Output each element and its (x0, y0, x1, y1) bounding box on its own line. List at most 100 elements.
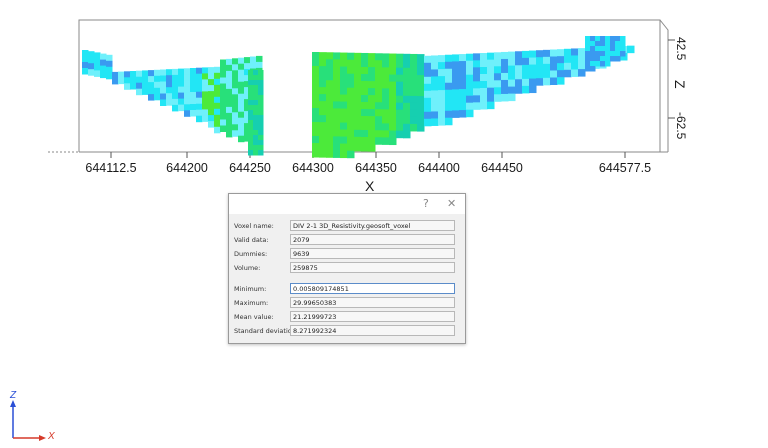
voxel (124, 83, 131, 90)
voxel (605, 51, 611, 57)
voxel (208, 115, 215, 122)
voxel (326, 87, 334, 95)
voxel (253, 75, 259, 81)
voxel (480, 60, 488, 68)
voxel (361, 87, 369, 96)
voxel (347, 52, 355, 61)
voxel (452, 96, 460, 104)
maximum-field[interactable]: 29.99650383 (290, 297, 455, 308)
voxel (232, 82, 239, 89)
voxel (196, 67, 203, 75)
voxel (258, 85, 264, 91)
voxel (184, 110, 191, 117)
voxel (208, 85, 215, 92)
voxel (615, 41, 621, 47)
voxel (172, 98, 179, 106)
voxel (368, 109, 376, 117)
voxel (232, 76, 239, 83)
voxel (333, 122, 341, 130)
voxel-name-field[interactable]: DIV 2-1 3D_Resistivity.geosoft_voxel (290, 220, 455, 231)
voxel (238, 117, 245, 125)
voxel (375, 123, 383, 131)
voxel (340, 136, 348, 145)
voxel (417, 117, 425, 125)
voxel (501, 79, 509, 88)
voxel (347, 59, 355, 68)
voxel (248, 75, 254, 81)
voxel (178, 68, 185, 76)
voxel (522, 57, 530, 66)
voxel (375, 116, 383, 124)
voxel (214, 78, 221, 86)
voxel (424, 55, 432, 64)
minimum-field[interactable]: 0.005809174851 (290, 283, 455, 294)
voxel (501, 51, 509, 60)
voxel (253, 70, 259, 76)
help-button[interactable]: ? (423, 197, 429, 210)
voxel (100, 53, 107, 61)
dialog-titlebar[interactable]: ? ✕ (229, 194, 465, 214)
voxel (361, 115, 369, 124)
voxel (347, 101, 355, 110)
voxel (258, 115, 264, 121)
voxel (154, 75, 161, 83)
voxel (431, 83, 439, 91)
voxel (226, 130, 233, 138)
close-button[interactable]: ✕ (447, 197, 456, 210)
mean-value-field[interactable]: 21.21999723 (290, 311, 455, 322)
voxel (196, 109, 203, 117)
voxel (382, 102, 390, 110)
voxel (238, 69, 245, 77)
standard-deviation-field[interactable]: 8.271992324 (290, 325, 455, 336)
valid-data-field[interactable]: 2079 (290, 234, 455, 245)
voxel (452, 68, 460, 76)
voxel (389, 130, 397, 139)
voxel (124, 71, 131, 78)
voxel (202, 109, 209, 116)
voxel (389, 60, 397, 69)
voxel (410, 123, 418, 132)
voxel (501, 58, 509, 67)
voxel (312, 115, 320, 123)
voxel (326, 115, 334, 123)
voxel (536, 64, 544, 72)
voxel (208, 67, 215, 74)
voxel (389, 67, 397, 76)
voxel (410, 81, 418, 90)
voxel (319, 73, 327, 81)
volume-field[interactable]: 259875 (290, 262, 455, 273)
voxel (220, 113, 227, 120)
field-label: Dummies: (234, 250, 268, 258)
voxel (452, 89, 460, 97)
voxel (590, 66, 596, 72)
voxel (445, 82, 453, 91)
voxel (248, 80, 254, 86)
voxel (410, 88, 418, 97)
voxel (94, 64, 101, 71)
voxel (473, 67, 481, 75)
voxel (452, 61, 460, 69)
voxel (543, 63, 551, 72)
voxel (340, 122, 348, 131)
voxel (220, 89, 227, 96)
voxel (403, 116, 411, 125)
voxel (382, 116, 390, 124)
voxel (347, 122, 355, 131)
field-standard-deviation: Standard deviation: 8.271992324 (229, 325, 465, 339)
voxel (382, 74, 390, 82)
voxel (232, 112, 239, 119)
voxel (347, 143, 355, 152)
voxel (248, 130, 254, 136)
voxel (196, 97, 203, 105)
dummies-field[interactable]: 9639 (290, 248, 455, 259)
voxel (459, 110, 467, 118)
voxel (258, 135, 264, 141)
field-maximum: Maximum: 29.99650383 (229, 297, 465, 311)
voxel (106, 66, 113, 74)
voxel (494, 94, 502, 102)
voxel (431, 69, 439, 77)
voxel (361, 143, 369, 152)
voxel (375, 130, 383, 138)
voxel (319, 52, 327, 60)
voxel-statistics-dialog[interactable]: ? ✕ Voxel name: DIV 2-1 3D_Resistivity.g… (228, 193, 466, 344)
